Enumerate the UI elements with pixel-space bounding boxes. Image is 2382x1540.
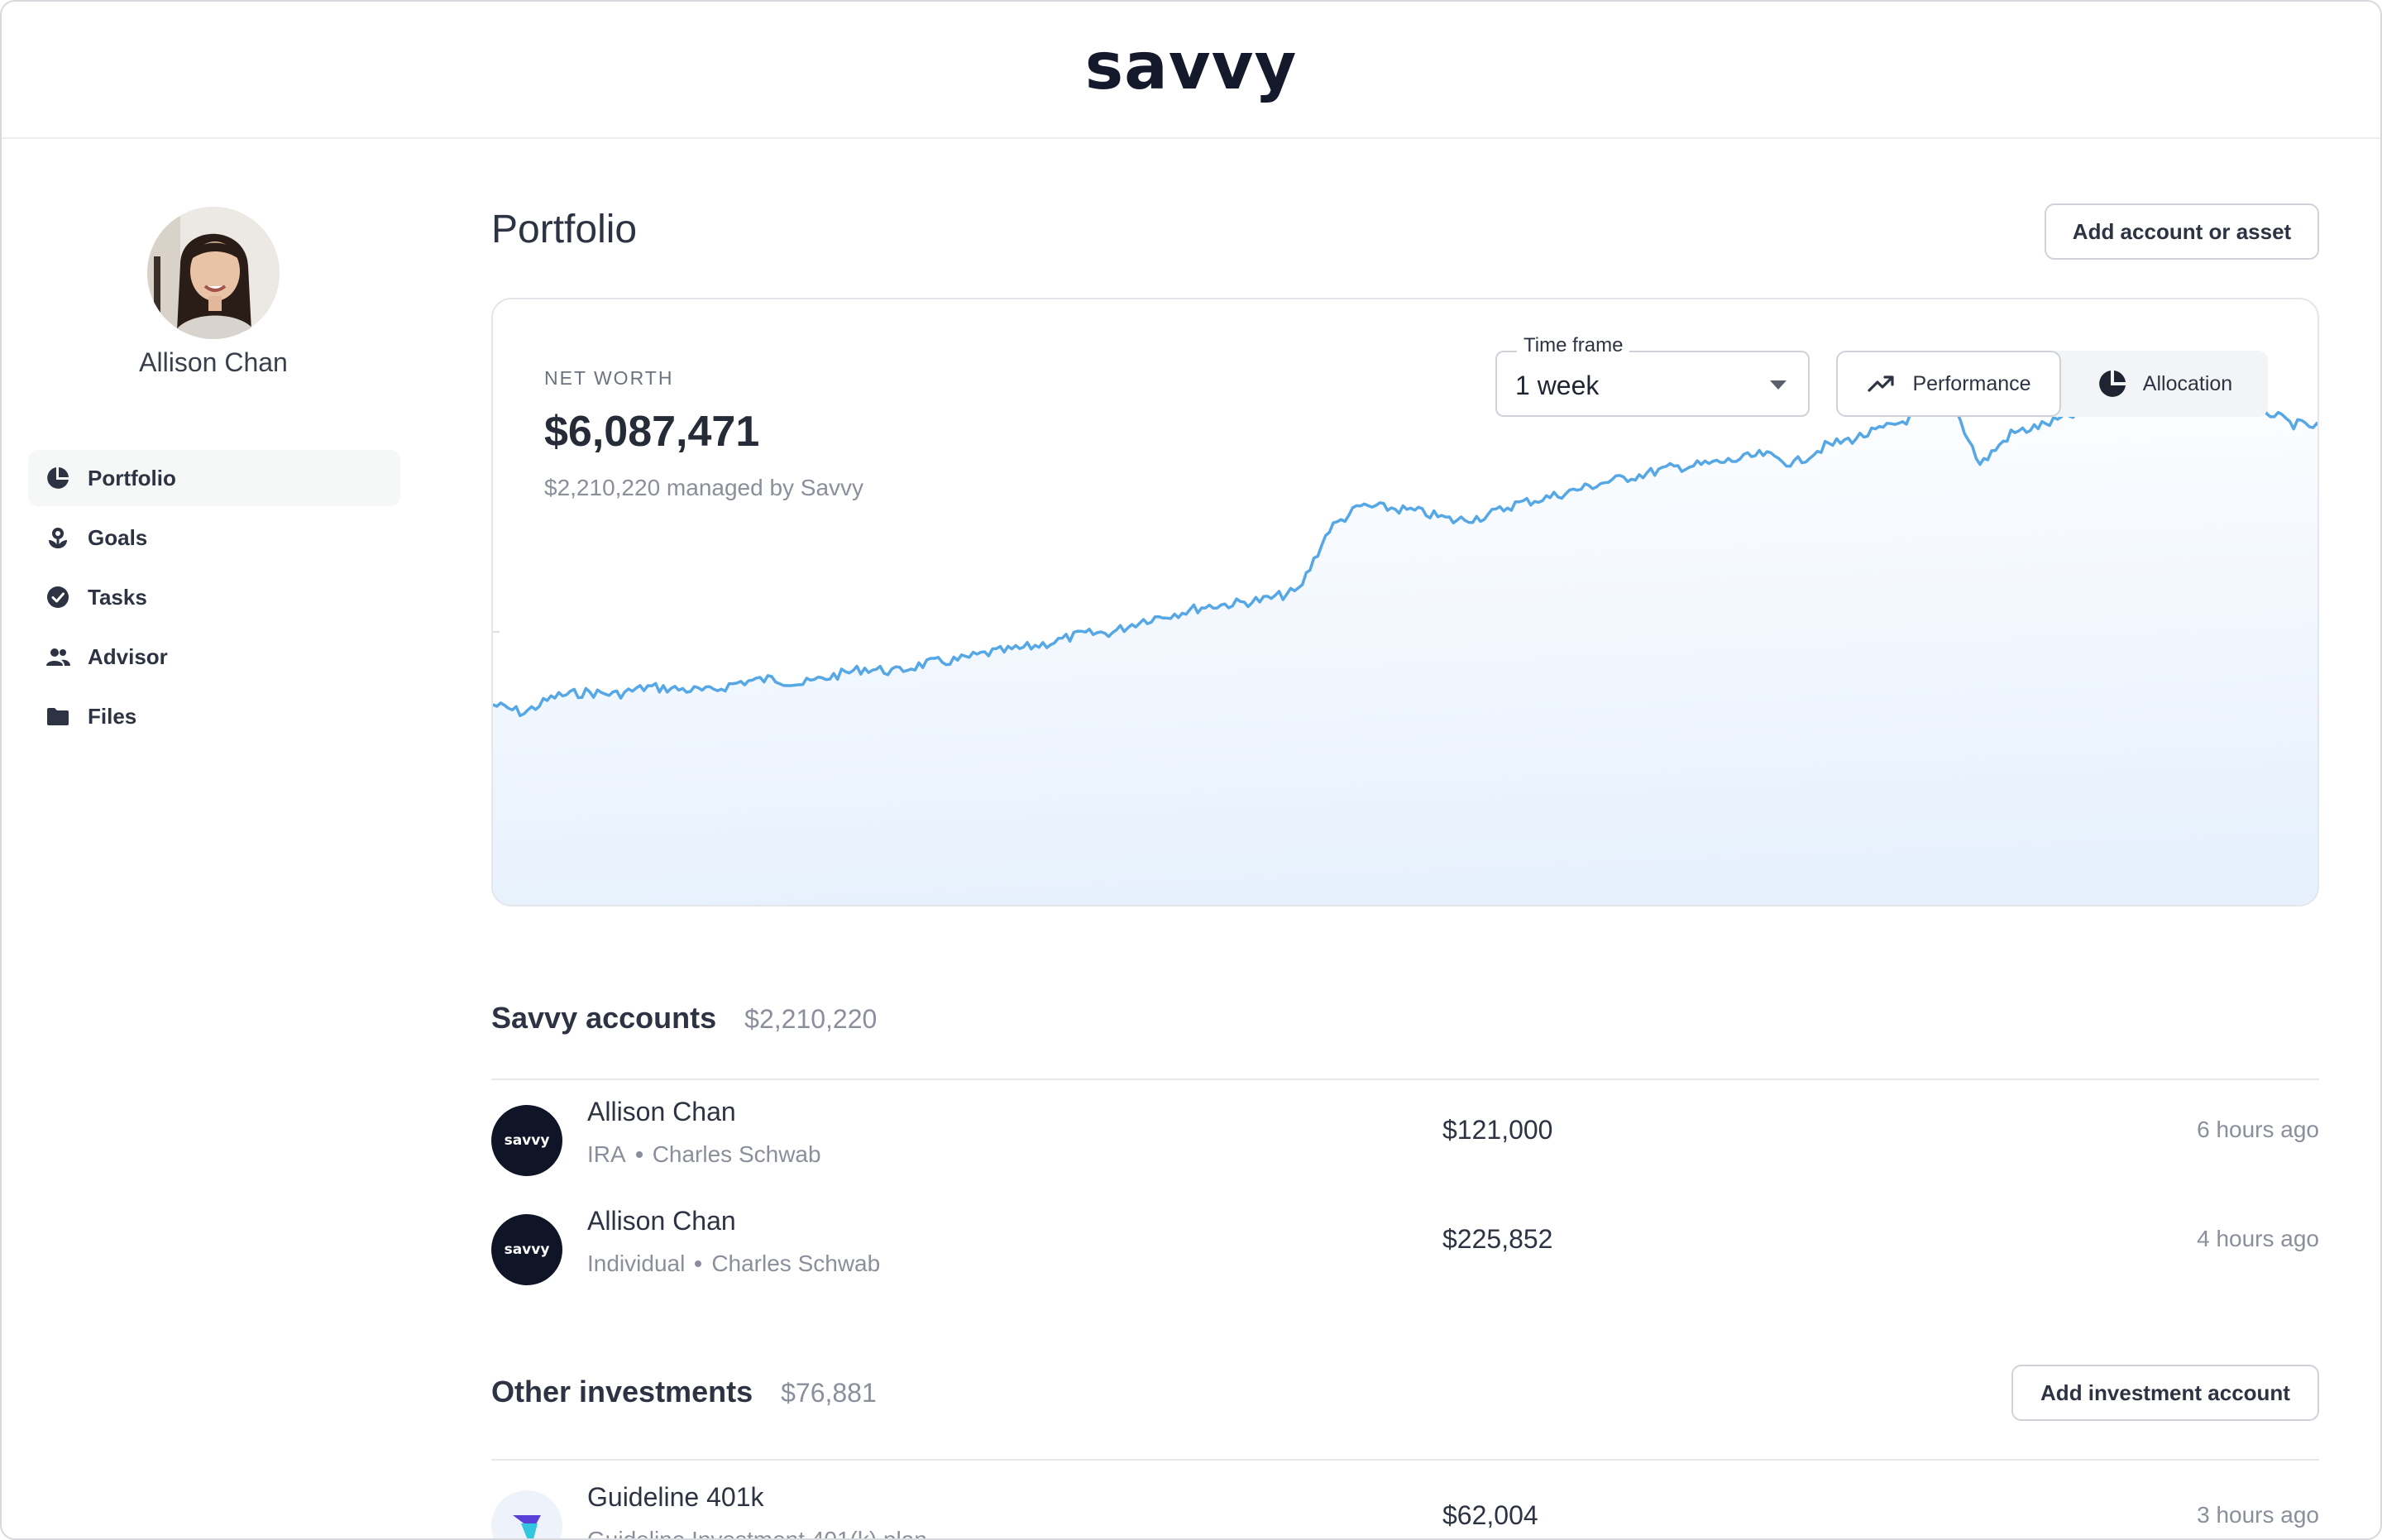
account-type: IRA [587, 1141, 626, 1167]
chevron-down-icon [1770, 380, 1786, 390]
account-name: Allison Chan [587, 1206, 736, 1236]
account-custodian: Charles Schwab [711, 1251, 881, 1276]
managed-amount: $2,210,220 managed by Savvy [544, 475, 864, 500]
sidebar-item-portfolio[interactable]: Portfolio [28, 450, 400, 506]
sidebar-item-label: Files [88, 703, 137, 729]
savvy-logo[interactable]: savvy [1085, 35, 1298, 99]
sidebar-item-advisor[interactable]: Advisor [28, 629, 400, 685]
pie-chart-icon [2098, 371, 2126, 397]
section-title: Other investments [491, 1375, 753, 1408]
account-details: Individual Charles Schwab [587, 1251, 880, 1277]
performance-tab[interactable]: Performance [1836, 351, 2061, 417]
account-name: Guideline 401k [587, 1482, 764, 1512]
main-content: Portfolio Add account or asset NET WORTH… [491, 141, 2319, 1538]
avatar[interactable] [147, 207, 280, 339]
app-window: savvy Allison Chan Portfolio Goals Tasks… [0, 0, 2382, 1540]
account-value: $121,000 [1442, 1115, 1553, 1145]
networth-label: NET WORTH [544, 367, 674, 389]
account-custodian: Charles Schwab [652, 1141, 821, 1167]
guideline-icon [513, 1515, 541, 1538]
view-toggle: Performance Allocation [1836, 351, 2268, 417]
separator-dot [695, 1260, 702, 1267]
sidebar-item-label: Advisor [88, 643, 168, 669]
account-updated: 3 hours ago [2197, 1502, 2319, 1528]
profile-photo [147, 207, 280, 339]
section-title: Savvy accounts [491, 1001, 717, 1035]
account-type: Guideline Investment 401(k) plan [587, 1527, 927, 1540]
account-details: IRA Charles Schwab [587, 1141, 821, 1168]
savvy-account-logo: savvy [491, 1214, 562, 1285]
networth-card: NET WORTH $6,087,471 $2,210,220 managed … [491, 298, 2319, 906]
section-total: $2,210,220 [744, 1004, 878, 1034]
account-value: $62,004 [1442, 1500, 1538, 1530]
guideline-logo [491, 1490, 562, 1538]
performance-label: Performance [1912, 371, 2031, 395]
account-updated: 6 hours ago [2197, 1117, 2319, 1142]
savvy-accounts-header: Savvy accounts $2,210,220 [491, 1001, 877, 1035]
account-row[interactable]: savvy Allison Chan IRA Charles Schwab $12… [491, 1097, 2319, 1179]
folder-icon [47, 708, 69, 725]
top-bar: savvy [2, 2, 2380, 139]
check-circle-icon [47, 586, 69, 608]
section-total: $76,881 [781, 1378, 877, 1408]
chart-area [493, 387, 2317, 905]
account-name: Allison Chan [587, 1097, 736, 1126]
trending-up-icon [1868, 375, 1895, 392]
sidebar-item-files[interactable]: Files [28, 688, 400, 744]
sidebar-item-label: Goals [88, 524, 148, 550]
account-row[interactable]: savvy Allison Chan Individual Charles Sch… [491, 1206, 2319, 1289]
pie-chart-icon [47, 467, 69, 489]
sidebar: Allison Chan Portfolio Goals Tasks Advis… [2, 141, 432, 1538]
goal-flower-icon [49, 528, 67, 548]
account-value: $225,852 [1442, 1224, 1553, 1254]
savvy-account-logo: savvy [491, 1105, 562, 1176]
separator-dot [635, 1151, 643, 1158]
account-details: Guideline Investment 401(k) plan [587, 1527, 927, 1540]
other-investments-header: Other investments $76,881 [491, 1375, 877, 1409]
account-row[interactable]: Guideline 401k Guideline Investment 401(… [491, 1482, 2319, 1540]
sidebar-item-label: Portfolio [88, 465, 176, 490]
timeframe-select[interactable]: Time frame 1 week [1495, 334, 1810, 417]
timeframe-value: 1 week [1515, 371, 1600, 400]
sidebar-item-goals[interactable]: Goals [28, 509, 400, 566]
account-type: Individual [587, 1251, 686, 1276]
sidebar-item-label: Tasks [88, 584, 147, 610]
networth-value: $6,087,471 [544, 408, 760, 456]
add-account-button[interactable]: Add account or asset [2045, 203, 2319, 260]
timeframe-label: Time frame [1517, 334, 1630, 357]
sidebar-nav: Portfolio Goals Tasks Advisor Files [28, 450, 400, 748]
page-title: Portfolio [491, 208, 638, 251]
user-name: Allison Chan [139, 347, 288, 377]
divider [491, 1459, 2319, 1461]
allocation-label: Allocation [2142, 371, 2233, 395]
allocation-tab[interactable]: Allocation [2061, 351, 2268, 417]
people-icon [46, 648, 70, 666]
add-investment-account-button[interactable]: Add investment account [2011, 1365, 2319, 1421]
divider [491, 1078, 2319, 1080]
account-updated: 4 hours ago [2197, 1226, 2319, 1251]
sidebar-item-tasks[interactable]: Tasks [28, 569, 400, 625]
